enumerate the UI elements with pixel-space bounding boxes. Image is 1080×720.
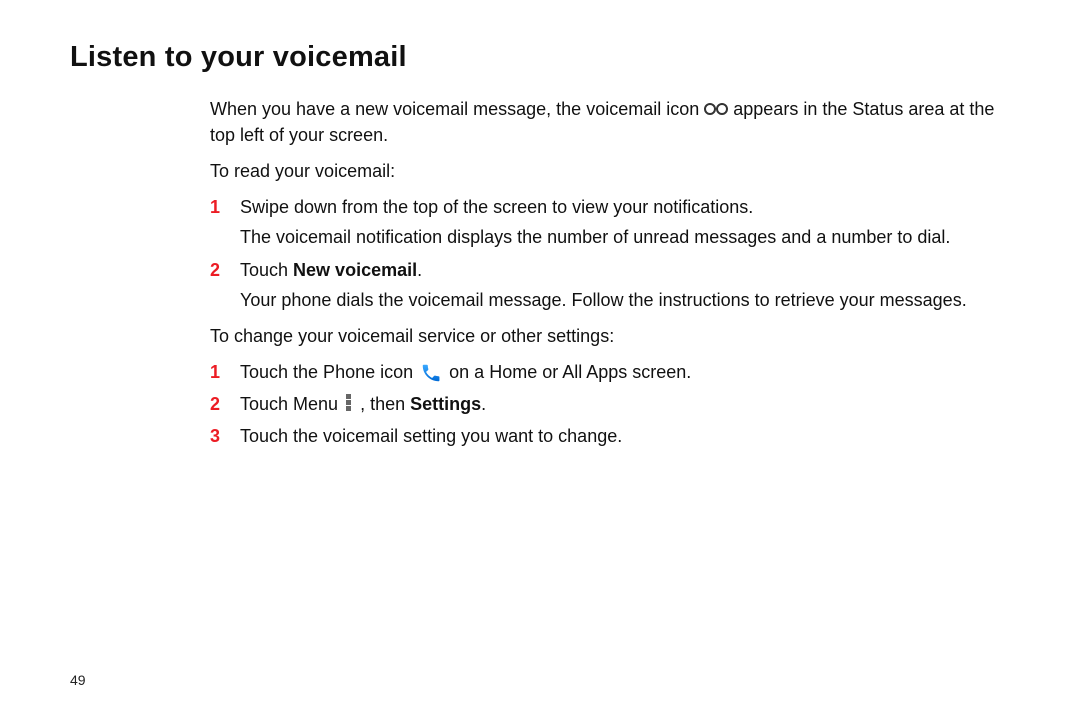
step-text-before: Touch Menu	[240, 394, 343, 414]
phone-icon	[420, 362, 442, 384]
read-voicemail-steps: 1 Swipe down from the top of the screen …	[210, 194, 1010, 312]
step-text-before: Touch the Phone icon	[240, 362, 418, 382]
step-text-suffix: .	[417, 260, 422, 280]
voicemail-icon	[704, 103, 728, 117]
step-text-after: on a Home or All Apps screen.	[449, 362, 691, 382]
step-text-bold: Settings	[410, 394, 481, 414]
step-number: 1	[210, 194, 240, 220]
step-number: 2	[210, 391, 240, 417]
change-voicemail-steps: 1 Touch the Phone icon	[210, 359, 1010, 449]
change-voicemail-lead: To change your voicemail service or othe…	[210, 323, 1010, 349]
step-subtext: The voicemail notification displays the …	[240, 224, 1010, 250]
step-text: Touch the voicemail setting you want to …	[240, 426, 622, 446]
intro-text-before: When you have a new voicemail message, t…	[210, 99, 704, 119]
step-text-suffix: .	[481, 394, 486, 414]
read-voicemail-lead: To read your voicemail:	[210, 158, 1010, 184]
step-subtext: Your phone dials the voicemail message. …	[240, 287, 1010, 313]
step-text-prefix: Touch	[240, 260, 293, 280]
step-text-mid: , then	[360, 394, 410, 414]
step-number: 3	[210, 423, 240, 449]
intro-paragraph: When you have a new voicemail message, t…	[210, 96, 1010, 148]
page-number: 49	[70, 670, 86, 690]
step-text-bold: New voicemail	[293, 260, 417, 280]
page-title: Listen to your voicemail	[70, 36, 1010, 78]
step-number: 1	[210, 359, 240, 385]
step-text: Swipe down from the top of the screen to…	[240, 197, 753, 217]
overflow-menu-icon	[345, 394, 353, 412]
step-number: 2	[210, 257, 240, 283]
